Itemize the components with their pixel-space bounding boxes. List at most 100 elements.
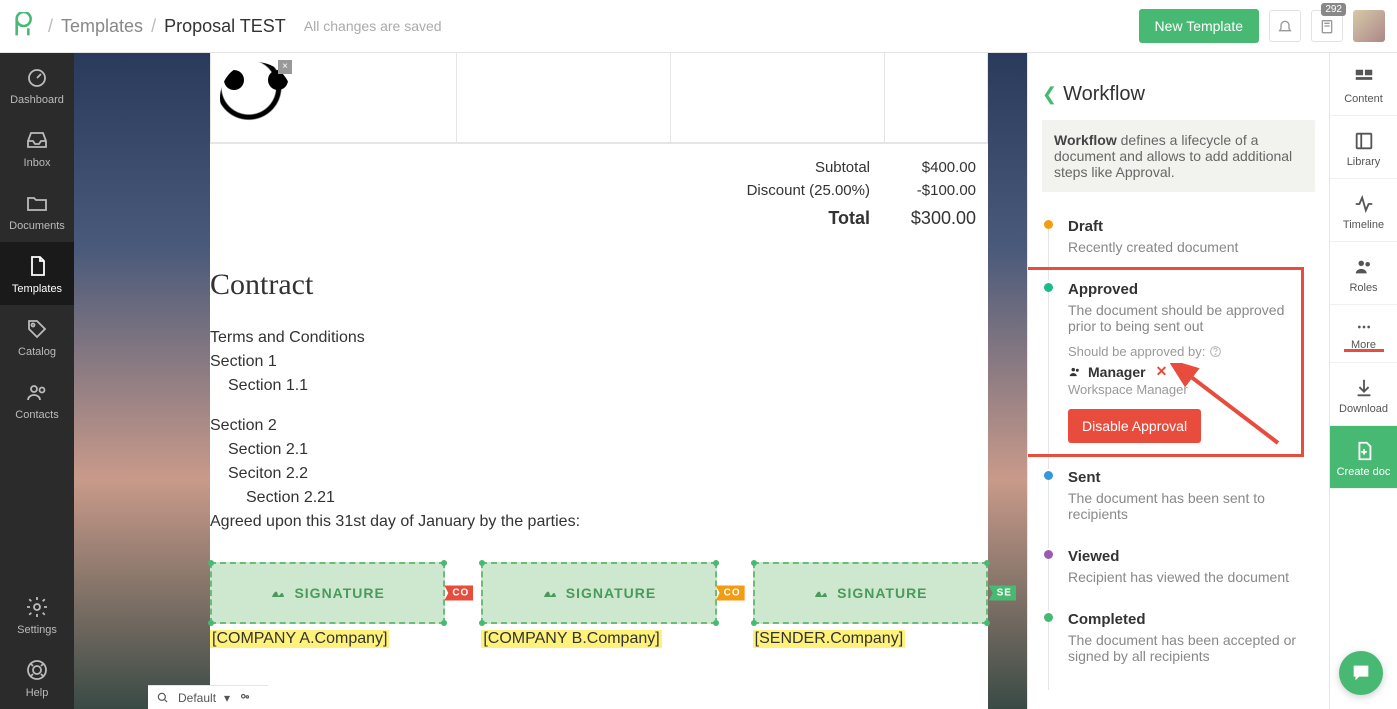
tool-label: Download [1330,403,1397,415]
company-token[interactable]: [SENDER.Company] [753,630,906,648]
role-tag: SE [989,586,1016,601]
panel-title-row: ❮ Workflow [1042,83,1315,106]
breadcrumb: / Templates / Proposal TEST [48,16,286,37]
back-chevron-icon[interactable]: ❮ [1042,84,1057,105]
nav-inbox[interactable]: Inbox [0,116,74,179]
right-tool-sidebar: Content Library Timeline Roles More Down… [1329,53,1397,709]
totals-block: Subtotal $400.00 Discount (25.00%) -$100.0… [210,144,988,240]
tool-label: Create doc [1330,466,1397,478]
step-desc: Recently created document [1068,239,1315,255]
notifications-button[interactable] [1269,10,1301,42]
breadcrumb-parent[interactable]: Templates [61,16,143,37]
workflow-step-completed: Completed The document has been accepted… [1042,603,1315,682]
discount-label: Discount (25.00%) [747,182,870,199]
role-tag: CO [444,586,473,601]
tool-download[interactable]: Download [1330,363,1397,426]
tool-more[interactable]: More [1330,305,1397,363]
zoom-icon [156,691,170,705]
nav-catalog[interactable]: Catalog [0,305,74,368]
logo-icon [12,12,40,40]
nav-label: Settings [0,624,74,636]
nav-label: Contacts [0,409,74,421]
help-chat-button[interactable] [1339,651,1383,695]
section-2-21: Section 2.21 [210,486,988,510]
nav-label: Dashboard [0,94,74,106]
signature-block: SIGNATURE CO [COMPANY B.Company] [481,562,716,648]
signature-field[interactable]: SIGNATURE CO [481,562,716,624]
section-1-1: Section 1.1 [210,374,988,398]
workflow-panel: ❮ Workflow Workflow defines a lifecycle … [1027,53,1329,709]
signature-field[interactable]: SIGNATURE SE [753,562,988,624]
nav-label: Documents [0,220,74,232]
step-dot-icon [1044,220,1053,229]
nav-templates[interactable]: Templates [0,242,74,305]
agreed-line: Agreed upon this 31st day of January by … [210,510,988,534]
tool-create-doc[interactable]: Create doc [1330,426,1397,489]
tool-content[interactable]: Content [1330,53,1397,116]
remove-image-button[interactable]: × [278,60,292,74]
breadcrumb-sep: / [48,16,53,37]
remove-approver-button[interactable]: ✕ [1156,363,1168,380]
tool-library[interactable]: Library [1330,116,1397,179]
product-image-cell[interactable]: × [215,57,295,137]
contract-block[interactable]: Contract Terms and Conditions Section 1 … [210,240,988,648]
nav-label: Help [0,687,74,699]
tool-label: Roles [1330,282,1397,294]
save-status: All changes are saved [304,18,442,34]
signature-block: SIGNATURE SE [SENDER.Company] [753,562,988,648]
section-2-1: Section 2.1 [210,438,988,462]
step-desc: Recipient has viewed the document [1068,569,1315,585]
subtotal-label: Subtotal [815,159,870,176]
activity-button[interactable]: 292 [1311,10,1343,42]
panel-title: Workflow [1063,83,1145,106]
nav-label: Templates [0,283,74,295]
nav-dashboard[interactable]: Dashboard [0,53,74,116]
company-token[interactable]: [COMPANY B.Company] [481,630,661,648]
roles-toggle-icon[interactable] [238,691,252,705]
total-value: $300.00 [898,208,976,229]
subtotal-value: $400.00 [898,159,976,176]
section-2: Section 2 [210,414,988,438]
new-template-button[interactable]: New Template [1139,9,1259,43]
step-title: Viewed [1068,548,1315,565]
step-title: Completed [1068,611,1315,628]
signature-field[interactable]: SIGNATURE CO [210,562,445,624]
workflow-step-draft: Draft Recently created document [1042,210,1315,273]
users-icon [1068,365,1082,379]
tool-label: Library [1330,156,1397,168]
tool-timeline[interactable]: Timeline [1330,179,1397,242]
tool-roles[interactable]: Roles [1330,242,1397,305]
step-dot-icon [1044,471,1053,480]
user-avatar[interactable] [1353,10,1385,42]
disable-approval-button[interactable]: Disable Approval [1068,409,1201,443]
step-title: Approved [1068,281,1315,298]
left-sidebar: Dashboard Inbox Documents Templates Cata… [0,53,74,709]
document-page[interactable]: × Subtotal $400.00 Discount (25.00%) -$100… [210,53,988,709]
step-dot-icon [1044,283,1053,292]
total-label: Total [828,208,870,229]
contract-heading: Contract [210,268,988,302]
step-title: Draft [1068,218,1315,235]
nav-documents[interactable]: Documents [0,179,74,242]
activity-badge: 292 [1321,3,1346,16]
app-header: / Templates / Proposal TEST All changes … [0,0,1397,53]
step-desc: The document has been sent to recipients [1068,490,1315,522]
discount-value: -$100.00 [898,182,976,199]
role-tag: CO [716,586,745,601]
step-dot-icon [1044,613,1053,622]
section-1: Section 1 [210,350,988,374]
workflow-step-sent: Sent The document has been sent to recip… [1042,461,1315,540]
approved-by-label: Should be approved by: [1068,344,1315,359]
signature-block: SIGNATURE CO [COMPANY A.Company] [210,562,445,648]
nav-contacts[interactable]: Contacts [0,368,74,431]
step-dot-icon [1044,550,1053,559]
approver-name: Manager [1088,364,1146,380]
bottom-bar: Default ▾ [148,685,268,709]
nav-help[interactable]: Help [0,646,74,709]
zoom-caret-icon[interactable]: ▾ [224,691,230,705]
help-icon[interactable] [1209,345,1222,358]
step-desc: The document has been accepted or signed… [1068,632,1315,664]
company-token[interactable]: [COMPANY A.Company] [210,630,389,648]
nav-settings[interactable]: Settings [0,583,74,646]
zoom-label[interactable]: Default [178,691,216,705]
